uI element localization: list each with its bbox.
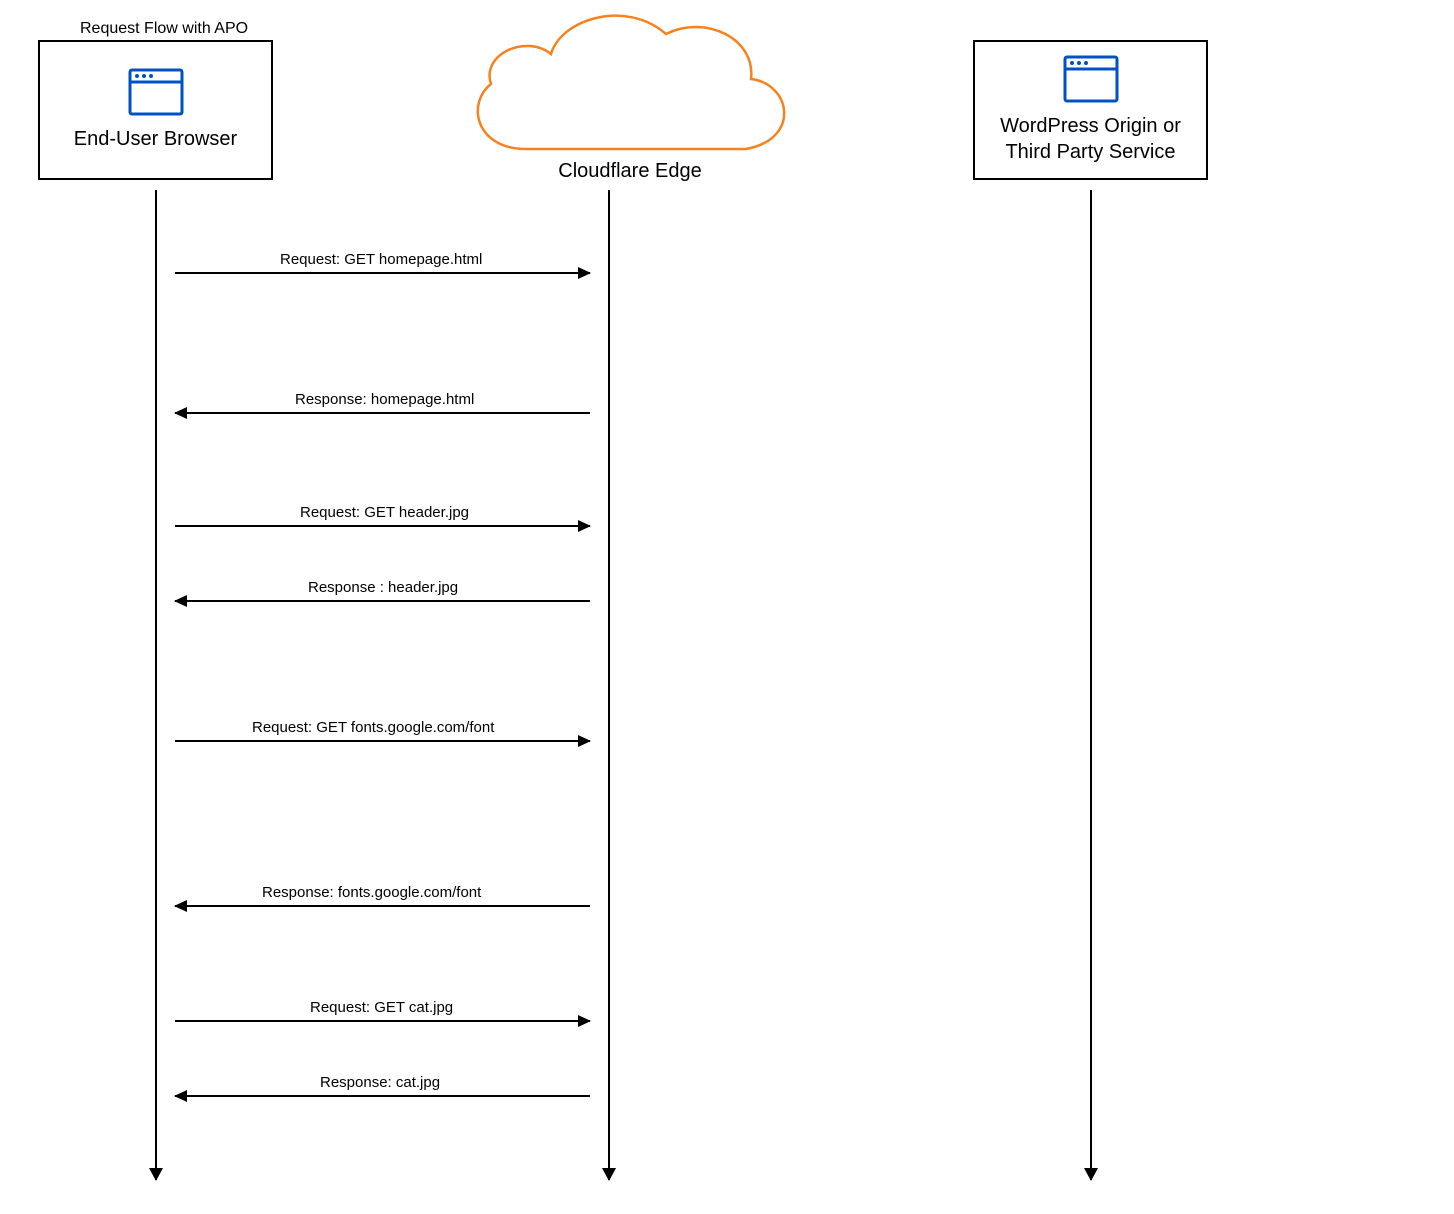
lifeline-edge [608, 190, 610, 1180]
participant-browser-label: End-User Browser [74, 126, 237, 152]
message-label: Response: fonts.google.com/font [262, 884, 481, 901]
message-arrow [175, 525, 590, 527]
browser-icon [128, 68, 184, 116]
message-arrow [175, 412, 590, 414]
lifeline-browser [155, 190, 157, 1180]
participant-origin-label-line2: Third Party Service [1005, 141, 1175, 163]
message-label: Response : header.jpg [308, 579, 458, 596]
participant-origin: WordPress Origin or Third Party Service [973, 40, 1208, 180]
participant-origin-label-line1: WordPress Origin or [1000, 115, 1181, 137]
message-arrow [175, 272, 590, 274]
message-label: Request: GET homepage.html [280, 251, 482, 268]
message-label: Request: GET header.jpg [300, 504, 469, 521]
message-label: Response: cat.jpg [320, 1074, 440, 1091]
message-label: Response: homepage.html [295, 391, 474, 408]
sequence-diagram: Request Flow with APO End-User Browser C… [0, 0, 1454, 1214]
participant-origin-label: WordPress Origin or Third Party Service [1000, 113, 1181, 165]
participant-browser: End-User Browser [38, 40, 273, 180]
message-label: Request: GET cat.jpg [310, 999, 453, 1016]
participant-edge-label: Cloudflare Edge [530, 160, 730, 183]
message-arrow [175, 1095, 590, 1097]
cloud-icon [456, 4, 808, 154]
diagram-title: Request Flow with APO [80, 20, 248, 38]
message-arrow [175, 1020, 590, 1022]
lifeline-origin [1090, 190, 1092, 1180]
message-label: Request: GET fonts.google.com/font [252, 719, 494, 736]
message-arrow [175, 905, 590, 907]
message-arrow [175, 740, 590, 742]
browser-icon [1063, 55, 1119, 103]
message-arrow [175, 600, 590, 602]
